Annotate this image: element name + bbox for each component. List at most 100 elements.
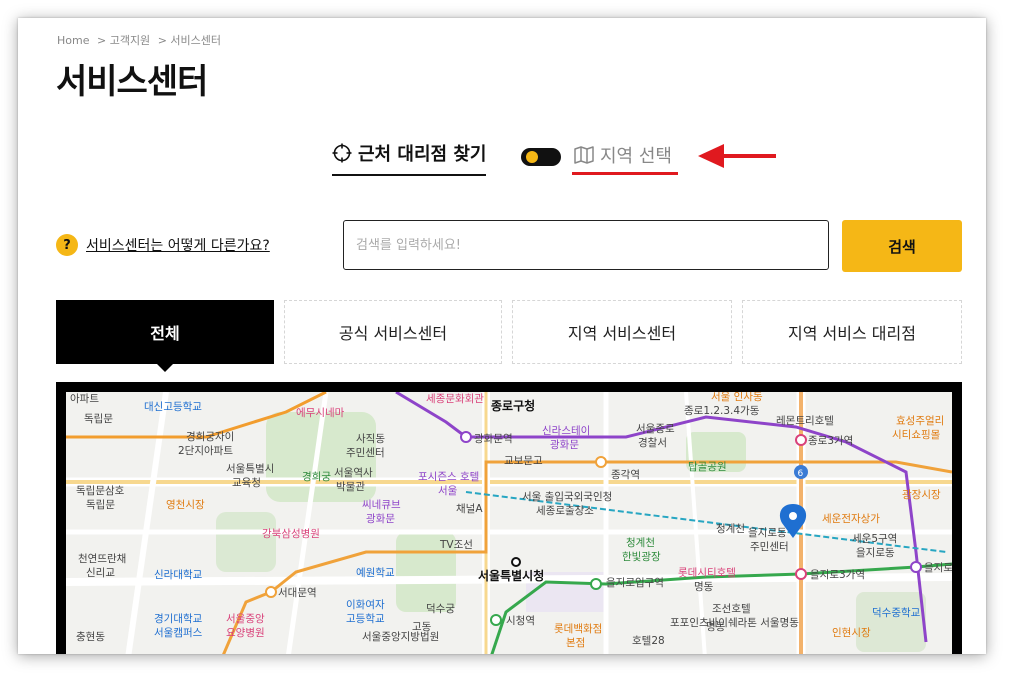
nearby-label: 근처 대리점 찾기 — [358, 144, 487, 165]
map-label: 세운전자상가 — [822, 513, 880, 525]
map-label: 고등학교 — [346, 613, 385, 625]
map-label: 탑골공원 — [688, 461, 727, 473]
map-label: 을지로 — [924, 562, 952, 574]
category-tabs: 전체 공식 서비스센터 지역 서비스센터 지역 서비스 대리점 — [56, 300, 962, 372]
map-label: 이화여자 — [346, 599, 385, 611]
service-center-help: ? 서비스센터는 어떻게 다른가요? — [56, 234, 270, 256]
tab-official-service-center[interactable]: 공식 서비스센터 — [284, 300, 502, 364]
tab-all[interactable]: 전체 — [56, 300, 274, 372]
map-label: 인현시장 — [832, 627, 871, 639]
map-label: 사직동 — [356, 433, 385, 445]
map-label: 롯데백화점 — [554, 623, 602, 635]
map-label: 종각역 — [611, 469, 640, 481]
map-label: 2단지아파트 — [178, 445, 233, 457]
map-label: 주민센터 — [346, 447, 385, 459]
map-label: 종로1.2.3.4가동 — [684, 405, 760, 417]
question-icon: ? — [56, 234, 78, 256]
map-label: 광화문 — [366, 513, 395, 525]
breadcrumb-support[interactable]: > 고객지원 — [97, 34, 150, 47]
map-label: 덕수궁 — [426, 603, 455, 615]
map-label: 씨네큐브 — [362, 499, 401, 511]
map-label: 신라스테이 — [542, 425, 590, 437]
map-label: 경희궁자이 — [186, 430, 234, 443]
search-button[interactable]: 검색 — [842, 220, 962, 272]
breadcrumb-service-center[interactable]: > 서비스센터 — [158, 34, 221, 47]
map-label: 광화문 — [550, 439, 579, 451]
map-label: 서울 출입국외국인청 — [522, 490, 612, 503]
search-input[interactable] — [343, 220, 829, 270]
map-label: 광화문역 — [474, 433, 513, 445]
map-label: 서울특별시청 — [478, 568, 544, 583]
mode-toggle-switch[interactable] — [521, 148, 561, 166]
map-label: 서울 — [438, 485, 458, 497]
page-frame: Home > 고객지원 > 서비스센터 서비스센터 근처 대리점 찾기 지역 선… — [18, 18, 986, 654]
map-label: 덕수중학교 — [872, 607, 921, 619]
map-label: 에무시네마 — [296, 407, 345, 419]
map-label: 시티쇼핑몰 — [892, 429, 941, 441]
map-label: 명동 — [706, 621, 726, 633]
map-label: 세종로출장소 — [536, 505, 594, 517]
map-label: 세종문화회관 — [426, 393, 484, 405]
map-label: 을지로입구역 — [606, 576, 664, 589]
map-label: 경기대학교 — [154, 612, 203, 625]
map-container[interactable]: 6 아파트 세종문화회관 종로구청 서울 인사동 독립문 대신고등학교 에무시네… — [56, 382, 962, 654]
map-label: 신라대학교 — [154, 569, 203, 581]
annotation-underline — [572, 172, 678, 175]
map-label: 롯데시티호텔 — [678, 567, 736, 579]
map-label: 명동 — [694, 581, 714, 593]
map-label: 요양병원 — [226, 627, 265, 639]
map-label: 서울중앙 — [226, 613, 265, 625]
map-label: 광장시장 — [902, 489, 941, 501]
map-label: 을지로동 — [856, 547, 895, 559]
map-label: 경찰서 — [638, 436, 667, 449]
map-label: 예원학교 — [356, 566, 395, 579]
map-label: 서대문역 — [278, 587, 317, 599]
map-label: 교육청 — [232, 477, 261, 489]
map-label: 을지로3가역 — [810, 569, 865, 581]
map-label: 영천시장 — [166, 499, 205, 511]
svg-text:6: 6 — [798, 469, 804, 479]
map-label: 충현동 — [76, 631, 105, 643]
tab-regional-service-dealer[interactable]: 지역 서비스 대리점 — [742, 300, 962, 364]
toggle-knob — [526, 151, 538, 163]
map-label: 포시즌스 호텔 — [418, 471, 479, 483]
region-label: 지역 선택 — [600, 146, 672, 167]
map-label: 서울특별시 — [226, 463, 274, 475]
breadcrumb: Home > 고객지원 > 서비스센터 — [57, 32, 225, 48]
map-label: 종로3가역 — [808, 435, 853, 447]
map-label: 독립문 — [86, 498, 115, 511]
breadcrumb-home[interactable]: Home — [57, 34, 89, 47]
map-label: 종로구청 — [491, 398, 535, 413]
map-label: 포포인츠바이쉐라톤 서울명동 — [670, 617, 799, 629]
map-label: 호텔28 — [632, 635, 665, 647]
map-label: 효성주얼리 — [896, 415, 944, 427]
map-label: 독립문삼호 — [76, 484, 125, 497]
tab-regional-service-center[interactable]: 지역 서비스센터 — [512, 300, 732, 364]
nearby-dealer-toggle-option[interactable]: 근처 대리점 찾기 — [332, 140, 487, 176]
map-label: 강북삼성병원 — [262, 528, 320, 540]
map-label: 시청역 — [506, 615, 535, 627]
map-label: 서울종로 — [636, 423, 675, 435]
map-label: 박물관 — [336, 481, 365, 493]
map-label: 청계천 — [716, 523, 745, 535]
map-label: 서울중앙지방법원 — [362, 631, 439, 643]
map-label: 대신고등학교 — [144, 401, 202, 413]
map-label: 아파트 — [70, 393, 99, 405]
map-label: 서울캠퍼스 — [154, 627, 203, 639]
map-label: 청계천 — [626, 537, 655, 549]
map-label: 채널A — [456, 503, 483, 515]
map-label: TV조선 — [439, 539, 473, 551]
map-label: 교보문고 — [504, 455, 543, 467]
map-label: 조선호텔 — [712, 603, 751, 615]
map-label: 본점 — [566, 637, 585, 649]
page-title: 서비스센터 — [56, 62, 208, 102]
map-label: 서울 인사동 — [711, 392, 763, 403]
map-view[interactable]: 6 아파트 세종문화회관 종로구청 서울 인사동 독립문 대신고등학교 에무시네… — [66, 392, 952, 654]
map-label: 레몬트리호텔 — [776, 415, 834, 427]
map-label: 신리교 — [86, 567, 115, 579]
map-label: 주민센터 — [750, 541, 789, 553]
map-label: 을지로동 — [748, 527, 787, 539]
region-select-option[interactable]: 지역 선택 — [574, 142, 672, 175]
help-link[interactable]: 서비스센터는 어떻게 다른가요? — [86, 235, 270, 255]
annotation-arrow-icon — [698, 144, 776, 168]
